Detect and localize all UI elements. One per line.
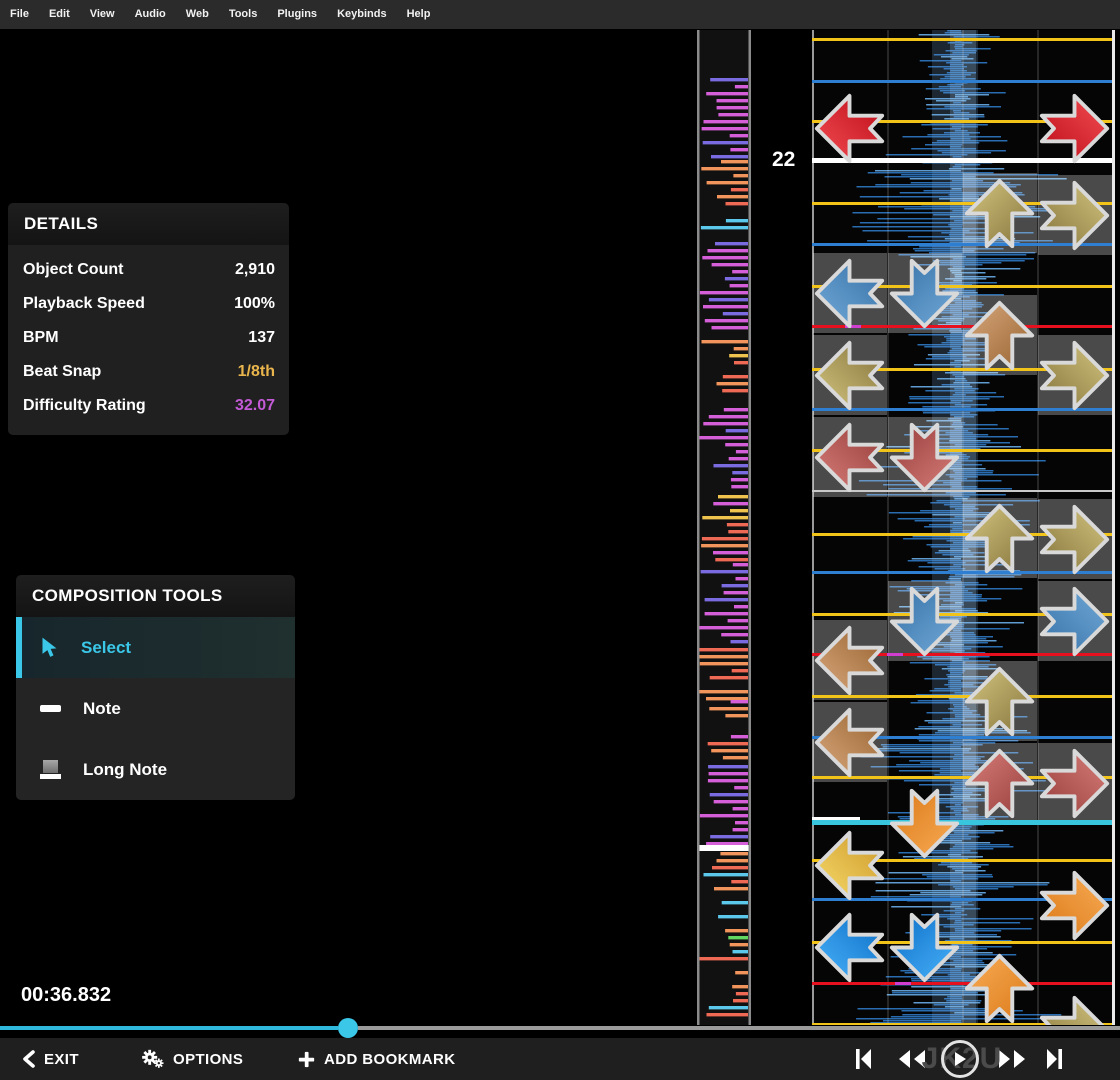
menu-plugins[interactable]: Plugins <box>267 0 327 29</box>
measure-line-segment <box>812 817 860 820</box>
note-arrow-down[interactable] <box>889 258 960 329</box>
map-editor-window: { "accent_color": "#3bc7e8", "menu_bar":… <box>0 0 1120 1080</box>
song-minimap[interactable] <box>697 30 751 1025</box>
note-arrow-right[interactable] <box>1039 748 1110 819</box>
note-arrow-left[interactable] <box>814 422 885 493</box>
detail-label: BPM <box>23 329 59 346</box>
tool-long-note[interactable]: Long Note <box>16 739 295 800</box>
details-panel: DETAILS Object Count 2,910 Playback Spee… <box>8 203 289 435</box>
beat-timing-line <box>812 38 1112 41</box>
long-note-icon <box>40 760 61 779</box>
options-button[interactable]: OPTIONS <box>142 1038 243 1080</box>
tool-label: Note <box>83 698 121 718</box>
playfield[interactable] <box>812 30 1112 1025</box>
options-label: OPTIONS <box>173 1050 244 1068</box>
note-arrow-up[interactable] <box>964 748 1035 819</box>
composition-tools-body: Select Note Long Note <box>16 617 295 800</box>
detail-row-playback-speed: Playback Speed 100% <box>8 287 289 321</box>
note-arrow-up[interactable] <box>964 953 1035 1024</box>
menu-edit[interactable]: Edit <box>39 0 80 29</box>
add-bookmark-label: ADD BOOKMARK <box>324 1050 456 1068</box>
gears-icon <box>142 1049 164 1068</box>
note-arrow-down[interactable] <box>889 788 960 859</box>
note-arrow-left[interactable] <box>814 912 885 983</box>
measure-number: 22 <box>772 148 796 171</box>
note-arrow-right[interactable] <box>1039 340 1110 411</box>
note-arrow-left[interactable] <box>814 625 885 696</box>
sv-timing-line <box>812 820 1112 825</box>
note-arrow-right[interactable] <box>1039 180 1110 251</box>
note-arrow-right[interactable] <box>1039 504 1110 575</box>
minimap-bars <box>697 30 751 1025</box>
composition-tools-panel: COMPOSITION TOOLS Select Note Long Note <box>16 575 295 800</box>
current-time: 00:36.832 <box>21 984 112 1006</box>
half-timing-line <box>812 80 1112 83</box>
note-arrow-left[interactable] <box>814 93 885 164</box>
note-icon <box>40 705 61 712</box>
details-panel-title: DETAILS <box>8 203 289 245</box>
detail-label: Difficulty Rating <box>23 397 146 414</box>
skip-to-end-button[interactable] <box>1046 1048 1063 1070</box>
note-arrow-right[interactable] <box>1039 995 1110 1025</box>
bottom-toolbar: EXIT OPTIONS ADD BOOKMARK <box>0 1038 1120 1080</box>
menu-file[interactable]: File <box>0 0 39 29</box>
menu-web[interactable]: Web <box>176 0 219 29</box>
tool-label: Select <box>81 637 132 657</box>
menu-audio[interactable]: Audio <box>125 0 176 29</box>
tool-label: Long Note <box>83 759 168 779</box>
note-arrow-up[interactable] <box>964 300 1035 371</box>
seek-bar-elapsed[interactable] <box>0 1026 338 1030</box>
exit-label: EXIT <box>44 1050 79 1068</box>
note-arrow-left[interactable] <box>814 707 885 778</box>
detail-label: Object Count <box>23 261 124 278</box>
detail-label: Beat Snap <box>23 363 102 380</box>
details-panel-body: Object Count 2,910 Playback Speed 100% B… <box>8 245 289 435</box>
menu-tools[interactable]: Tools <box>219 0 268 29</box>
note-arrow-up[interactable] <box>964 666 1035 737</box>
play-icon <box>955 1052 966 1066</box>
detail-value: 32.07 <box>234 397 275 414</box>
detail-row-beat-snap: Beat Snap 1/8th <box>8 355 289 389</box>
detail-label: Playback Speed <box>23 295 145 312</box>
menu-keybinds[interactable]: Keybinds <box>327 0 397 29</box>
seek-bar-remaining[interactable] <box>358 1026 1120 1030</box>
detail-value: 1/8th <box>237 363 275 380</box>
note-arrow-left[interactable] <box>814 340 885 411</box>
detail-value: 137 <box>248 329 275 346</box>
note-arrow-right[interactable] <box>1039 586 1110 657</box>
detail-row-bpm: BPM 137 <box>8 321 289 355</box>
column-separator <box>887 30 889 1025</box>
cursor-icon <box>42 637 57 657</box>
exit-button[interactable]: EXIT <box>22 1038 79 1080</box>
note-arrow-down[interactable] <box>889 586 960 657</box>
detail-value: 100% <box>234 295 275 312</box>
tool-select[interactable]: Select <box>16 617 295 678</box>
note-arrow-down[interactable] <box>889 422 960 493</box>
menu-view[interactable]: View <box>80 0 125 29</box>
detail-row-object-count: Object Count 2,910 <box>8 253 289 287</box>
menu-help[interactable]: Help <box>397 0 441 29</box>
note-arrow-down[interactable] <box>889 912 960 983</box>
play-button[interactable] <box>941 1040 979 1078</box>
detail-row-difficulty-rating: Difficulty Rating 32.07 <box>8 389 289 423</box>
note-arrow-left[interactable] <box>814 258 885 329</box>
note-arrow-right[interactable] <box>1039 93 1110 164</box>
note-arrow-left[interactable] <box>814 830 885 901</box>
playfield-right-border <box>1112 30 1115 1025</box>
seek-handle[interactable] <box>338 1018 358 1038</box>
menu-bar: File Edit View Audio Web Tools Plugins K… <box>0 0 1120 29</box>
chevron-left-icon <box>23 1050 35 1068</box>
note-arrow-up[interactable] <box>964 178 1035 249</box>
composition-tools-title: COMPOSITION TOOLS <box>16 575 295 617</box>
note-arrow-up[interactable] <box>964 503 1035 574</box>
skip-to-start-button[interactable] <box>855 1048 872 1070</box>
add-bookmark-button[interactable]: ADD BOOKMARK <box>298 1038 455 1080</box>
plus-icon <box>298 1051 315 1067</box>
tool-note[interactable]: Note <box>16 678 295 739</box>
note-arrow-right[interactable] <box>1039 870 1110 941</box>
detail-value: 2,910 <box>234 261 275 278</box>
